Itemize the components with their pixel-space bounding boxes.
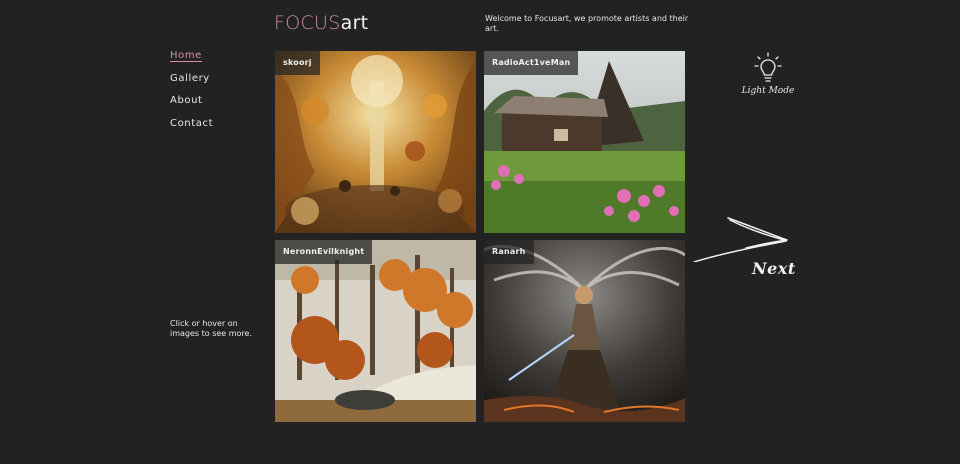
artist-label: skoorj bbox=[275, 51, 320, 75]
gallery-tile-3[interactable]: NeronnEvilknight bbox=[275, 240, 476, 422]
logo-art: art bbox=[340, 12, 369, 34]
nav-home[interactable]: Home bbox=[170, 50, 213, 73]
nav-contact-label: Contact bbox=[170, 117, 214, 129]
nav-home-label: Home bbox=[170, 50, 202, 62]
artist-label: RadioAct1veMan bbox=[484, 51, 579, 75]
artwork-image bbox=[484, 240, 685, 422]
nav-gallery[interactable]: Gallery bbox=[170, 73, 213, 96]
welcome-text: Welcome to Focusart, we promote artists … bbox=[485, 14, 689, 33]
artwork-image bbox=[275, 51, 476, 233]
gallery-tile-1[interactable]: skoorj bbox=[275, 51, 476, 233]
gallery-tile-4[interactable]: Ranarh bbox=[484, 240, 685, 422]
nav-about[interactable]: About bbox=[170, 95, 213, 118]
nav-about-label: About bbox=[170, 95, 203, 106]
main-nav: Home Gallery About Contact bbox=[170, 50, 213, 140]
light-mode-label: Light Mode bbox=[741, 86, 795, 96]
hint-text: Click or hover on images to see more. bbox=[170, 319, 253, 338]
nav-contact[interactable]: Contact bbox=[170, 118, 213, 141]
artwork-image bbox=[484, 51, 685, 233]
artist-label: NeronnEvilknight bbox=[275, 240, 373, 264]
gallery-tile-2[interactable]: RadioAct1veMan bbox=[484, 51, 685, 233]
lightbulb-icon bbox=[754, 52, 782, 82]
light-mode-toggle[interactable]: Light Mode bbox=[740, 52, 796, 96]
arrow-right-icon bbox=[693, 217, 788, 263]
nav-gallery-label: Gallery bbox=[170, 72, 210, 84]
next-button[interactable]: Next bbox=[690, 212, 796, 286]
artwork-image bbox=[275, 240, 476, 422]
logo-focus: FOCUS bbox=[274, 12, 341, 34]
artist-label: Ranarh bbox=[484, 240, 534, 264]
site-logo[interactable]: FOCUSart bbox=[274, 12, 368, 34]
next-label: Next bbox=[752, 259, 796, 278]
